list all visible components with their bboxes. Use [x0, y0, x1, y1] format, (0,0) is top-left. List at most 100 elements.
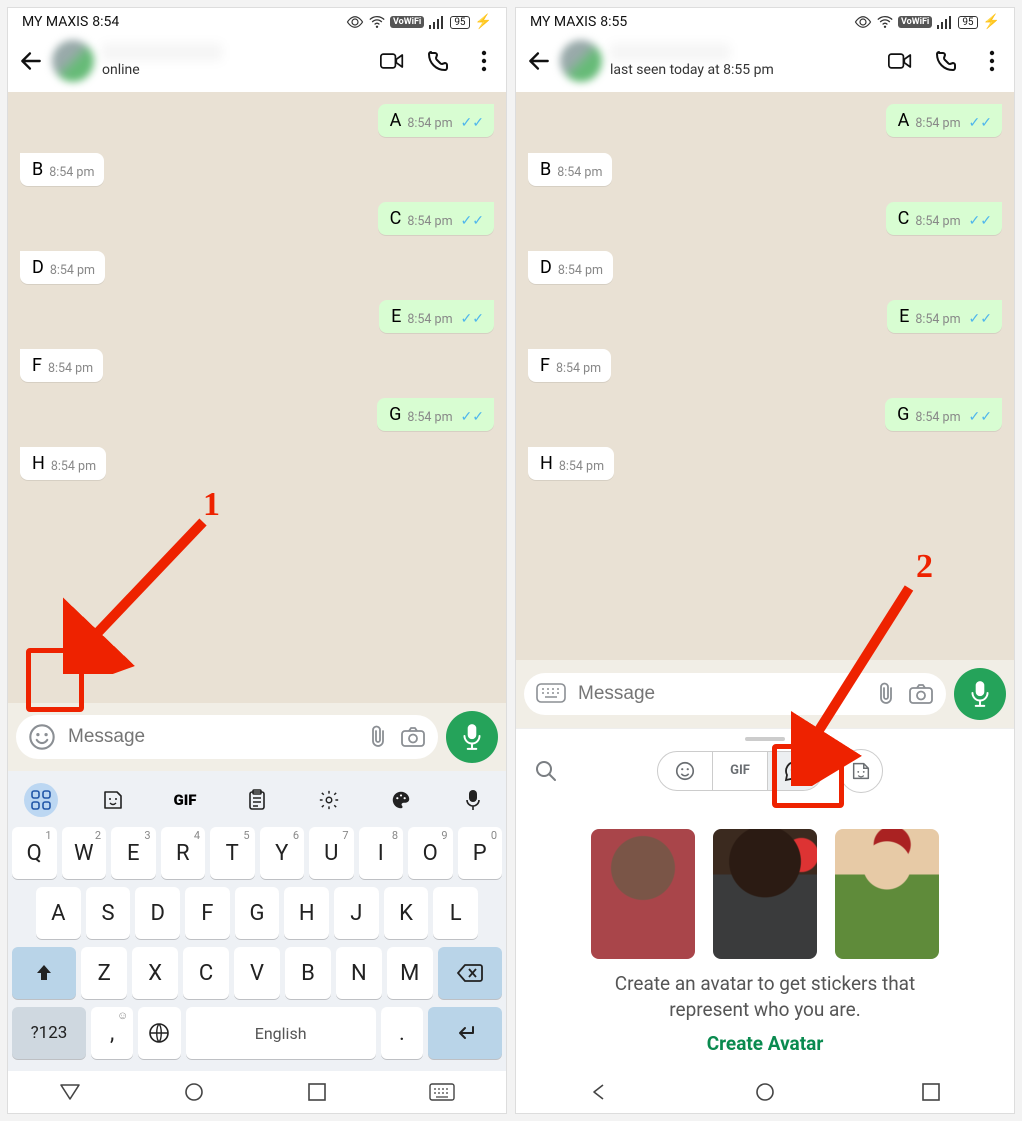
key-t[interactable]: 5T: [210, 827, 255, 879]
key-o[interactable]: 9O: [408, 827, 453, 879]
key-s[interactable]: S: [86, 887, 131, 939]
message-bubble-in[interactable]: D 8:54 pm: [20, 251, 105, 284]
nav-recent-icon[interactable]: [921, 1082, 941, 1102]
read-check-icon: ✓✓: [461, 213, 484, 229]
key-f[interactable]: F: [185, 887, 230, 939]
back-icon[interactable]: [18, 48, 44, 74]
message-field[interactable]: [576, 682, 864, 706]
keyboard-switch-icon[interactable]: [536, 683, 566, 705]
phone-icon[interactable]: [934, 49, 958, 73]
message-input[interactable]: [524, 673, 946, 715]
attach-icon[interactable]: [366, 724, 390, 750]
message-bubble-out[interactable]: G 8:54 pm✓✓: [885, 398, 1002, 431]
more-icon[interactable]: [980, 49, 1004, 73]
key-symbols[interactable]: ?123: [12, 1007, 86, 1059]
kb-clipboard-icon[interactable]: [240, 783, 274, 817]
drag-handle[interactable]: [745, 737, 785, 741]
key-l[interactable]: L: [433, 887, 478, 939]
nav-home-icon[interactable]: [183, 1081, 205, 1103]
key-m[interactable]: M: [387, 947, 433, 999]
video-call-icon[interactable]: [380, 49, 404, 73]
message-bubble-out[interactable]: G 8:54 pm✓✓: [377, 398, 494, 431]
tab-gif[interactable]: GIF: [713, 752, 768, 790]
video-call-icon[interactable]: [888, 49, 912, 73]
chat-area[interactable]: A 8:54 pm✓✓ B 8:54 pm C 8:54 pm✓✓ D 8:54 pm…: [516, 92, 1014, 660]
message-input[interactable]: [16, 715, 438, 759]
back-icon[interactable]: [526, 48, 552, 74]
contact-avatar[interactable]: [560, 40, 602, 82]
key-w[interactable]: 2W: [62, 827, 107, 879]
key-dot[interactable]: .: [381, 1007, 423, 1059]
key-b[interactable]: B: [285, 947, 331, 999]
key-c[interactable]: C: [183, 947, 229, 999]
key-x[interactable]: X: [132, 947, 178, 999]
message-bubble-out[interactable]: C 8:54 pm✓✓: [886, 202, 1002, 235]
tab-avatar[interactable]: [768, 752, 822, 790]
camera-icon[interactable]: [400, 725, 426, 749]
key-d[interactable]: D: [135, 887, 180, 939]
tab-sticker[interactable]: [839, 749, 883, 793]
key-e[interactable]: 3E: [111, 827, 156, 879]
camera-icon[interactable]: [908, 682, 934, 706]
contact-title[interactable]: last seen today at 8:55 pm: [610, 43, 880, 78]
phone-icon[interactable]: [426, 49, 450, 73]
key-r[interactable]: 4R: [161, 827, 206, 879]
voice-record-button[interactable]: [446, 711, 498, 763]
nav-keyboard-icon[interactable]: [429, 1083, 455, 1101]
tab-emoji[interactable]: [658, 752, 713, 790]
status-bar: MY MAXIS 8:55 VoWiFi 95 ⚡: [516, 8, 1014, 36]
message-bubble-in[interactable]: F 8:54 pm: [528, 349, 611, 382]
key-v[interactable]: V: [234, 947, 280, 999]
nav-home-icon[interactable]: [754, 1081, 776, 1103]
key-p[interactable]: 0P: [458, 827, 503, 879]
message-bubble-in[interactable]: D 8:54 pm: [528, 251, 613, 284]
key-j[interactable]: J: [334, 887, 379, 939]
key-h[interactable]: H: [284, 887, 329, 939]
key-globe[interactable]: [138, 1007, 180, 1059]
create-avatar-button[interactable]: Create Avatar: [707, 1032, 824, 1055]
contact-title[interactable]: online: [102, 43, 372, 78]
message-bubble-in[interactable]: H 8:54 pm: [20, 447, 106, 480]
attach-icon[interactable]: [874, 681, 898, 707]
kb-gif-button[interactable]: GIF: [168, 783, 202, 817]
message-bubble-in[interactable]: H 8:54 pm: [528, 447, 614, 480]
kb-palette-icon[interactable]: [384, 783, 418, 817]
kb-apps-icon[interactable]: [24, 783, 58, 817]
chat-area[interactable]: A 8:54 pm✓✓ B 8:54 pm C 8:54 pm✓✓ D 8:54 pm…: [8, 92, 506, 703]
kb-settings-icon[interactable]: [312, 783, 346, 817]
nav-recent-icon[interactable]: [307, 1082, 327, 1102]
key-u[interactable]: 7U: [309, 827, 354, 879]
more-icon[interactable]: [472, 49, 496, 73]
message-bubble-out[interactable]: C 8:54 pm✓✓: [378, 202, 494, 235]
key-comma[interactable]: ☺,: [91, 1007, 133, 1059]
search-icon[interactable]: [534, 759, 558, 783]
contact-avatar[interactable]: [52, 40, 94, 82]
key-backspace[interactable]: [438, 947, 502, 999]
message-bubble-in[interactable]: F 8:54 pm: [20, 349, 103, 382]
key-q[interactable]: 1Q: [12, 827, 57, 879]
key-a[interactable]: A: [36, 887, 81, 939]
message-bubble-out[interactable]: A 8:54 pm✓✓: [886, 104, 1002, 137]
message-field[interactable]: [66, 725, 356, 749]
message-bubble-in[interactable]: B 8:54 pm: [528, 153, 612, 186]
key-n[interactable]: N: [336, 947, 382, 999]
key-i[interactable]: 8I: [359, 827, 404, 879]
message-bubble-in[interactable]: B 8:54 pm: [20, 153, 104, 186]
emoji-icon[interactable]: [28, 723, 56, 751]
key-y[interactable]: 6Y: [260, 827, 305, 879]
key-g[interactable]: G: [235, 887, 280, 939]
key-space[interactable]: English: [186, 1007, 376, 1059]
message-bubble-out[interactable]: A 8:54 pm✓✓: [378, 104, 494, 137]
message-bubble-out[interactable]: E 8:54 pm✓✓: [379, 300, 494, 333]
message-bubble-out[interactable]: E 8:54 pm✓✓: [887, 300, 1002, 333]
key-z[interactable]: Z: [81, 947, 127, 999]
voice-record-button[interactable]: [954, 668, 1006, 720]
kb-sticker-icon[interactable]: [96, 783, 130, 817]
nav-back-icon[interactable]: [589, 1082, 609, 1102]
key-k[interactable]: K: [384, 887, 429, 939]
key-shift[interactable]: [12, 947, 76, 999]
message-time: 8:54 pm: [407, 116, 452, 131]
kb-mic-icon[interactable]: [456, 783, 490, 817]
key-enter[interactable]: [428, 1007, 502, 1059]
nav-back-icon[interactable]: [59, 1083, 81, 1101]
